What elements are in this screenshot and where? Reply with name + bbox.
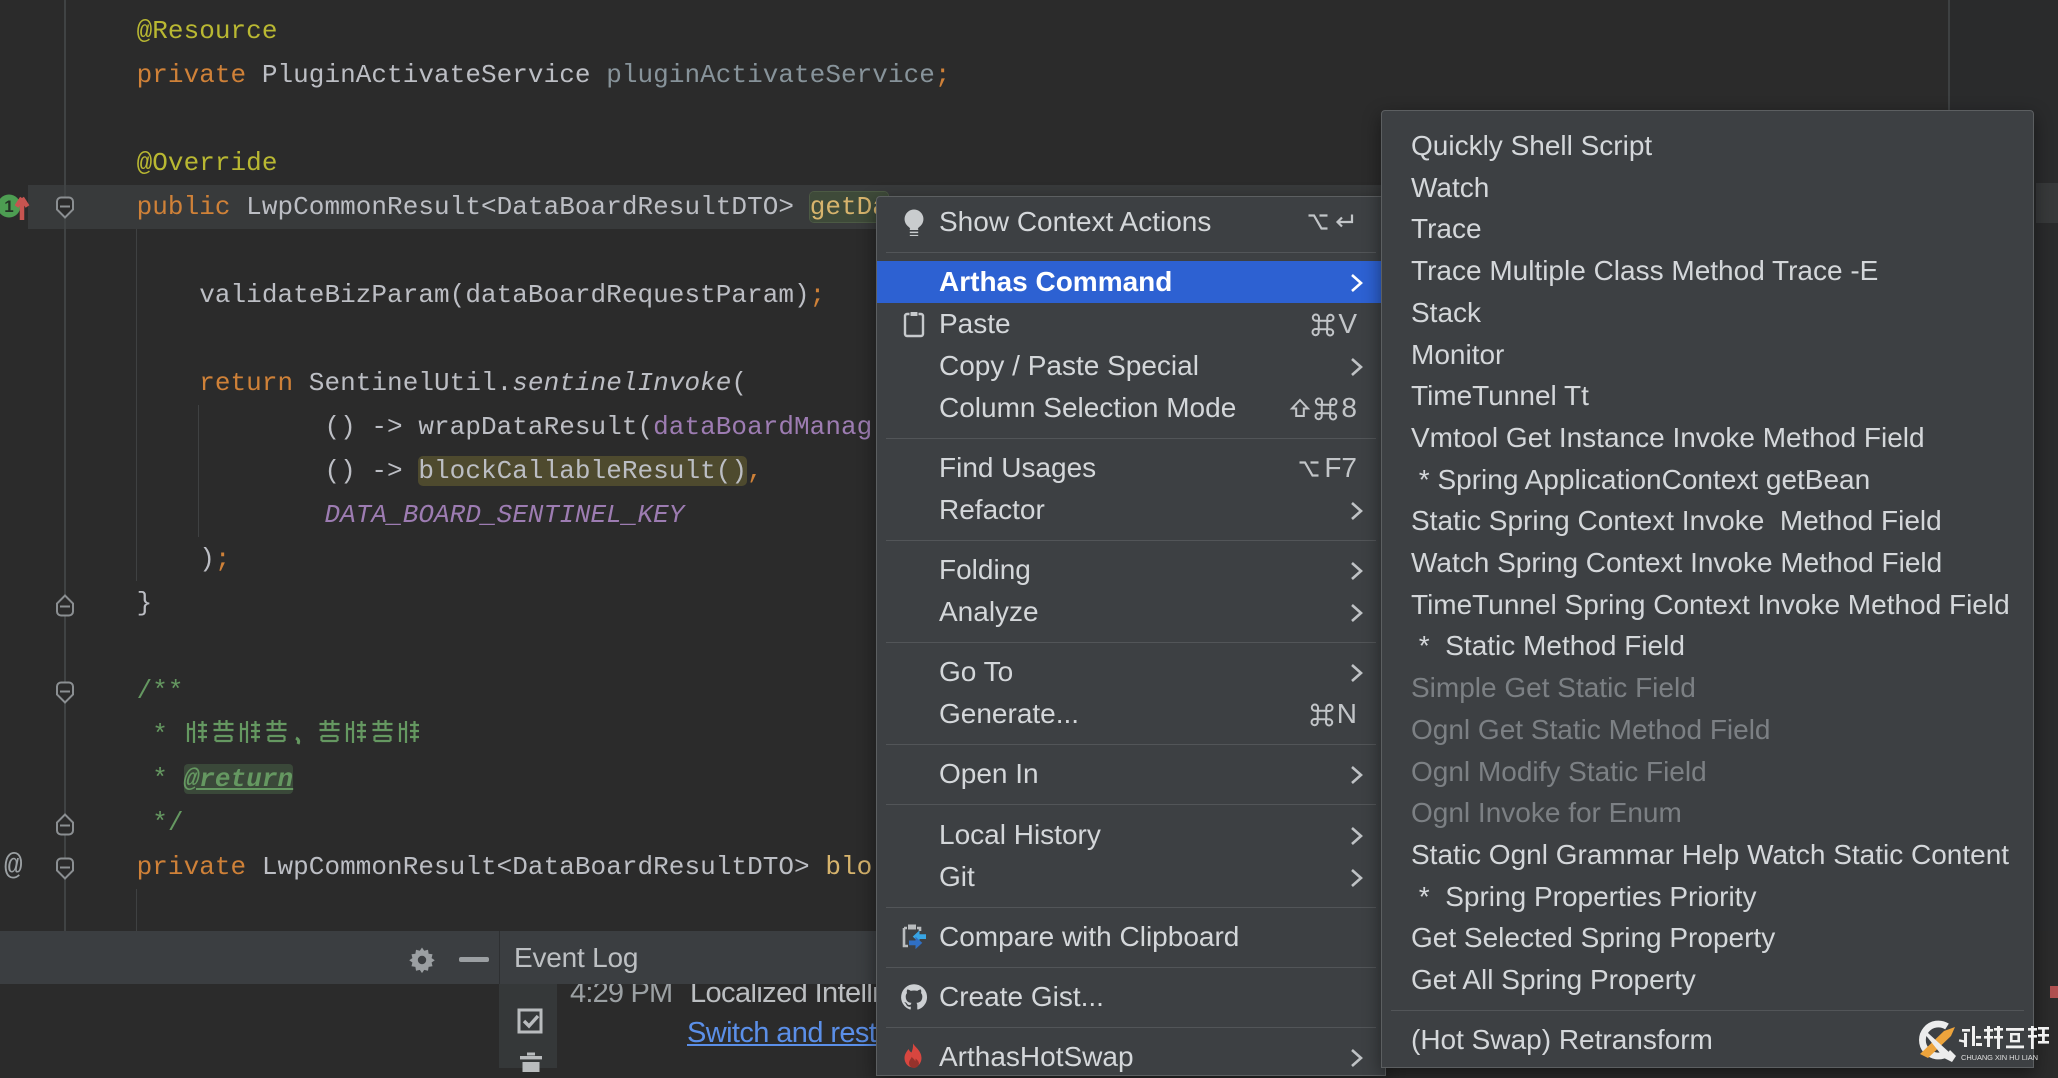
svg-text:1: 1 <box>4 197 13 216</box>
svg-text:CHUANG XIN HU LIAN: CHUANG XIN HU LIAN <box>1961 1053 2038 1062</box>
